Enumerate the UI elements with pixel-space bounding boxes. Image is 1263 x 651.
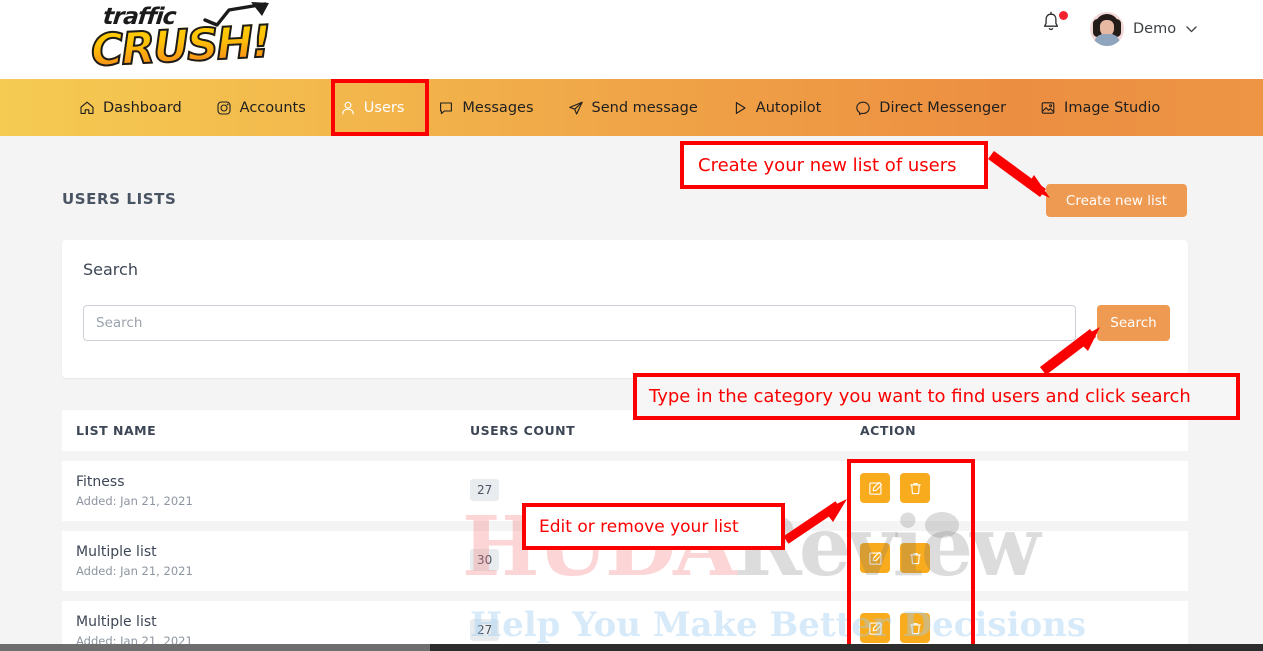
annotation-callout-search: Type in the category you want to find us…: [633, 373, 1240, 420]
user-name-label: Demo: [1133, 21, 1177, 37]
list-added-date: Added: Jan 21, 2021: [76, 494, 193, 508]
users-count-badge: 27: [470, 619, 500, 641]
trash-icon: [909, 622, 921, 634]
image-icon: [1041, 101, 1055, 114]
nav-label: Autopilot: [755, 99, 822, 116]
annotation-text: Create your new list of users: [698, 154, 957, 176]
delete-list-button[interactable]: [900, 473, 930, 503]
nav-item-image-studio[interactable]: Image Studio: [1023, 79, 1177, 136]
list-added-date: Added: Jan 21, 2021: [76, 564, 193, 578]
logo-text-crush: CRUSH!: [89, 15, 272, 77]
annotation-callout-edit-remove: Edit or remove your list: [522, 503, 785, 550]
delete-list-button[interactable]: [900, 543, 930, 573]
column-header-users-count: USERS COUNT: [470, 423, 576, 438]
edit-list-button[interactable]: [860, 543, 890, 573]
nav-label: Direct Messenger: [879, 99, 1007, 116]
nav-label: Dashboard: [103, 99, 182, 116]
app-root: traffic CRUSH! Demo Dashboard Accounts U…: [0, 0, 1263, 651]
send-icon: [568, 101, 583, 115]
nav-label: Send message: [591, 99, 698, 116]
nav-item-send-message[interactable]: Send message: [551, 79, 715, 136]
nav-item-direct-messenger[interactable]: Direct Messenger: [838, 79, 1023, 136]
arrow-to-create-button: [988, 150, 1050, 198]
nav-label: Users: [363, 99, 405, 116]
edit-list-button[interactable]: [860, 473, 890, 503]
notification-badge-dot: [1059, 11, 1068, 20]
delete-list-button[interactable]: [900, 613, 930, 643]
scrollbar-thumb[interactable]: [0, 644, 430, 651]
user-menu[interactable]: Demo: [1090, 12, 1197, 46]
main-navigation: Dashboard Accounts Users Messages Send m…: [0, 79, 1263, 136]
nav-item-autopilot[interactable]: Autopilot: [715, 79, 838, 136]
nav-item-messages[interactable]: Messages: [421, 79, 550, 136]
nav-label: Accounts: [239, 99, 306, 116]
trash-icon: [909, 482, 921, 494]
nav-item-dashboard[interactable]: Dashboard: [62, 79, 199, 136]
search-button[interactable]: Search: [1097, 305, 1170, 341]
list-name: Fitness: [76, 474, 125, 490]
list-name: Multiple list: [76, 614, 157, 630]
users-count-badge: 30: [470, 549, 500, 571]
app-logo[interactable]: traffic CRUSH!: [85, 2, 280, 78]
search-panel-title: Search: [83, 260, 138, 279]
chevron-down-icon: [1186, 25, 1197, 32]
avatar: [1090, 12, 1124, 46]
users-count-badge: 27: [470, 479, 500, 501]
nav-label: Messages: [462, 99, 534, 116]
create-new-list-button[interactable]: Create new list: [1046, 184, 1187, 217]
row-actions: [860, 543, 930, 573]
top-header-bar: traffic CRUSH! Demo: [0, 0, 1263, 79]
home-icon: [80, 101, 94, 114]
camera-icon: [217, 100, 231, 115]
annotation-text: Edit or remove your list: [539, 516, 739, 537]
search-panel: Search Search: [62, 240, 1188, 378]
notifications-button[interactable]: [1041, 11, 1068, 39]
nav-items-container: Dashboard Accounts Users Messages Send m…: [62, 79, 1177, 136]
nav-item-users[interactable]: Users: [323, 79, 422, 136]
user-icon: [342, 101, 354, 115]
nav-label: Image Studio: [1064, 99, 1161, 116]
nav-item-accounts[interactable]: Accounts: [199, 79, 323, 136]
row-actions: [860, 473, 930, 503]
horizontal-scrollbar[interactable]: [0, 644, 1263, 651]
bell-icon: [1043, 11, 1059, 31]
edit-list-button[interactable]: [860, 613, 890, 643]
row-actions: [860, 613, 930, 643]
play-icon: [735, 101, 746, 114]
edit-icon: [868, 551, 882, 565]
chat-icon: [440, 101, 453, 114]
list-name: Multiple list: [76, 544, 157, 560]
edit-icon: [868, 481, 882, 495]
search-input[interactable]: [83, 305, 1076, 341]
messenger-icon: [856, 101, 871, 115]
column-header-action: ACTION: [860, 423, 917, 438]
trash-icon: [909, 552, 921, 564]
edit-icon: [868, 621, 882, 635]
column-header-list-name: LIST NAME: [76, 423, 157, 438]
annotation-callout-create-list: Create your new list of users: [680, 141, 988, 189]
page-title: USERS LISTS: [62, 190, 177, 208]
annotation-text: Type in the category you want to find us…: [649, 386, 1191, 407]
